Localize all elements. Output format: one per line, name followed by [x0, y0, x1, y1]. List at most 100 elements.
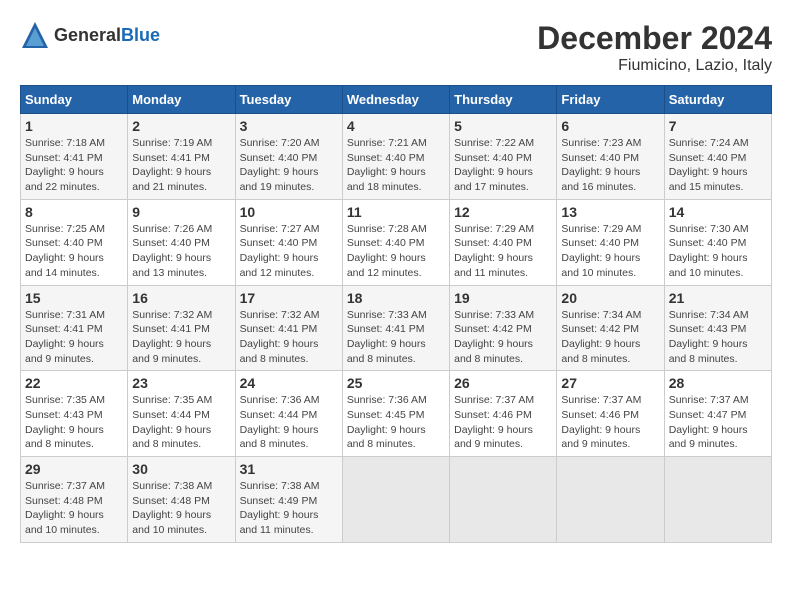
calendar-cell: 10 Sunrise: 7:27 AMSunset: 4:40 PMDayligh…: [235, 199, 342, 285]
calendar-cell: 27 Sunrise: 7:37 AMSunset: 4:46 PMDayligh…: [557, 371, 664, 457]
calendar-cell: 1Sunrise: 7:18 AMSunset: 4:41 PMDaylight…: [21, 114, 128, 200]
calendar-cell: [557, 457, 664, 543]
day-number: 28: [669, 375, 767, 391]
calendar-cell: 2Sunrise: 7:19 AMSunset: 4:41 PMDaylight…: [128, 114, 235, 200]
day-number: 8: [25, 204, 123, 220]
day-info: Sunrise: 7:38 AMSunset: 4:48 PMDaylight:…: [132, 479, 230, 538]
day-number: 20: [561, 290, 659, 306]
day-number: 29: [25, 461, 123, 477]
day-number: 10: [240, 204, 338, 220]
calendar-week-row: 22 Sunrise: 7:35 AMSunset: 4:43 PMDayligh…: [21, 371, 772, 457]
day-header-saturday: Saturday: [664, 86, 771, 114]
day-number: 4: [347, 118, 445, 134]
day-number: 25: [347, 375, 445, 391]
day-info: Sunrise: 7:37 AMSunset: 4:46 PMDaylight:…: [561, 393, 659, 452]
day-info: Sunrise: 7:20 AMSunset: 4:40 PMDaylight:…: [240, 136, 338, 195]
calendar-cell: 26Sunrise: 7:37 AMSunset: 4:46 PMDayligh…: [450, 371, 557, 457]
calendar-cell: 11 Sunrise: 7:28 AMSunset: 4:40 PMDayligh…: [342, 199, 449, 285]
day-header-monday: Monday: [128, 86, 235, 114]
day-number: 27: [561, 375, 659, 391]
day-info: Sunrise: 7:37 AMSunset: 4:47 PMDaylight:…: [669, 393, 767, 452]
day-info: Sunrise: 7:35 AMSunset: 4:43 PMDaylight:…: [25, 393, 123, 452]
calendar-cell: 3 Sunrise: 7:20 AMSunset: 4:40 PMDaylight…: [235, 114, 342, 200]
logo-text-general: General: [54, 25, 121, 45]
calendar-week-row: 29 Sunrise: 7:37 AMSunset: 4:48 PMDayligh…: [21, 457, 772, 543]
calendar-cell: 21 Sunrise: 7:34 AMSunset: 4:43 PMDayligh…: [664, 285, 771, 371]
day-number: 6: [561, 118, 659, 134]
day-header-sunday: Sunday: [21, 86, 128, 114]
day-number: 23: [132, 375, 230, 391]
day-info: Sunrise: 7:29 AMSunset: 4:40 PMDaylight:…: [561, 222, 659, 281]
day-number: 17: [240, 290, 338, 306]
day-info: Sunrise: 7:24 AMSunset: 4:40 PMDaylight:…: [669, 136, 767, 195]
calendar-cell: 8Sunrise: 7:25 AMSunset: 4:40 PMDaylight…: [21, 199, 128, 285]
day-info: Sunrise: 7:27 AMSunset: 4:40 PMDaylight:…: [240, 222, 338, 281]
calendar-cell: 20Sunrise: 7:34 AMSunset: 4:42 PMDayligh…: [557, 285, 664, 371]
day-number: 15: [25, 290, 123, 306]
calendar-cell: 16 Sunrise: 7:32 AMSunset: 4:41 PMDayligh…: [128, 285, 235, 371]
day-number: 21: [669, 290, 767, 306]
calendar-table: SundayMondayTuesdayWednesdayThursdayFrid…: [20, 85, 772, 543]
calendar-cell: 14Sunrise: 7:30 AMSunset: 4:40 PMDayligh…: [664, 199, 771, 285]
calendar-cell: 22 Sunrise: 7:35 AMSunset: 4:43 PMDayligh…: [21, 371, 128, 457]
day-number: 24: [240, 375, 338, 391]
day-number: 3: [240, 118, 338, 134]
day-info: Sunrise: 7:31 AMSunset: 4:41 PMDaylight:…: [25, 308, 123, 367]
calendar-cell: 30Sunrise: 7:38 AMSunset: 4:48 PMDayligh…: [128, 457, 235, 543]
day-info: Sunrise: 7:38 AMSunset: 4:49 PMDaylight:…: [240, 479, 338, 538]
day-info: Sunrise: 7:33 AMSunset: 4:42 PMDaylight:…: [454, 308, 552, 367]
day-header-tuesday: Tuesday: [235, 86, 342, 114]
calendar-cell: 15 Sunrise: 7:31 AMSunset: 4:41 PMDayligh…: [21, 285, 128, 371]
calendar-cell: 4 Sunrise: 7:21 AMSunset: 4:40 PMDaylight…: [342, 114, 449, 200]
logo-text-blue: Blue: [121, 25, 160, 45]
calendar-cell: 5Sunrise: 7:22 AMSunset: 4:40 PMDaylight…: [450, 114, 557, 200]
day-number: 2: [132, 118, 230, 134]
day-header-wednesday: Wednesday: [342, 86, 449, 114]
day-info: Sunrise: 7:36 AMSunset: 4:45 PMDaylight:…: [347, 393, 445, 452]
day-info: Sunrise: 7:34 AMSunset: 4:43 PMDaylight:…: [669, 308, 767, 367]
calendar-cell: 28 Sunrise: 7:37 AMSunset: 4:47 PMDayligh…: [664, 371, 771, 457]
day-number: 12: [454, 204, 552, 220]
day-number: 9: [132, 204, 230, 220]
day-info: Sunrise: 7:32 AMSunset: 4:41 PMDaylight:…: [132, 308, 230, 367]
day-info: Sunrise: 7:33 AMSunset: 4:41 PMDaylight:…: [347, 308, 445, 367]
calendar-cell: 12 Sunrise: 7:29 AMSunset: 4:40 PMDayligh…: [450, 199, 557, 285]
day-info: Sunrise: 7:28 AMSunset: 4:40 PMDaylight:…: [347, 222, 445, 281]
day-number: 16: [132, 290, 230, 306]
day-number: 18: [347, 290, 445, 306]
calendar-week-row: 15 Sunrise: 7:31 AMSunset: 4:41 PMDayligh…: [21, 285, 772, 371]
calendar-header-row: SundayMondayTuesdayWednesdayThursdayFrid…: [21, 86, 772, 114]
day-info: Sunrise: 7:36 AMSunset: 4:44 PMDaylight:…: [240, 393, 338, 452]
day-number: 19: [454, 290, 552, 306]
calendar-cell: 9Sunrise: 7:26 AMSunset: 4:40 PMDaylight…: [128, 199, 235, 285]
calendar-cell: [664, 457, 771, 543]
calendar-cell: 18 Sunrise: 7:33 AMSunset: 4:41 PMDayligh…: [342, 285, 449, 371]
day-header-thursday: Thursday: [450, 86, 557, 114]
calendar-cell: 13 Sunrise: 7:29 AMSunset: 4:40 PMDayligh…: [557, 199, 664, 285]
day-info: Sunrise: 7:22 AMSunset: 4:40 PMDaylight:…: [454, 136, 552, 195]
day-info: Sunrise: 7:35 AMSunset: 4:44 PMDaylight:…: [132, 393, 230, 452]
page-title: December 2024: [537, 20, 772, 57]
calendar-cell: 6Sunrise: 7:23 AMSunset: 4:40 PMDaylight…: [557, 114, 664, 200]
day-info: Sunrise: 7:18 AMSunset: 4:41 PMDaylight:…: [25, 136, 123, 195]
calendar-cell: 25 Sunrise: 7:36 AMSunset: 4:45 PMDayligh…: [342, 371, 449, 457]
logo: GeneralBlue: [20, 20, 160, 50]
day-number: 22: [25, 375, 123, 391]
day-number: 11: [347, 204, 445, 220]
calendar-cell: 23 Sunrise: 7:35 AMSunset: 4:44 PMDayligh…: [128, 371, 235, 457]
calendar-cell: 31Sunrise: 7:38 AMSunset: 4:49 PMDayligh…: [235, 457, 342, 543]
calendar-week-row: 8Sunrise: 7:25 AMSunset: 4:40 PMDaylight…: [21, 199, 772, 285]
day-info: Sunrise: 7:21 AMSunset: 4:40 PMDaylight:…: [347, 136, 445, 195]
day-info: Sunrise: 7:29 AMSunset: 4:40 PMDaylight:…: [454, 222, 552, 281]
calendar-cell: 17Sunrise: 7:32 AMSunset: 4:41 PMDayligh…: [235, 285, 342, 371]
calendar-cell: 19 Sunrise: 7:33 AMSunset: 4:42 PMDayligh…: [450, 285, 557, 371]
calendar-cell: 7 Sunrise: 7:24 AMSunset: 4:40 PMDaylight…: [664, 114, 771, 200]
page-subtitle: Fiumicino, Lazio, Italy: [537, 57, 772, 75]
day-info: Sunrise: 7:30 AMSunset: 4:40 PMDaylight:…: [669, 222, 767, 281]
logo-icon: [20, 20, 50, 50]
day-number: 7: [669, 118, 767, 134]
day-info: Sunrise: 7:37 AMSunset: 4:48 PMDaylight:…: [25, 479, 123, 538]
day-number: 13: [561, 204, 659, 220]
day-info: Sunrise: 7:37 AMSunset: 4:46 PMDaylight:…: [454, 393, 552, 452]
calendar-cell: 29 Sunrise: 7:37 AMSunset: 4:48 PMDayligh…: [21, 457, 128, 543]
